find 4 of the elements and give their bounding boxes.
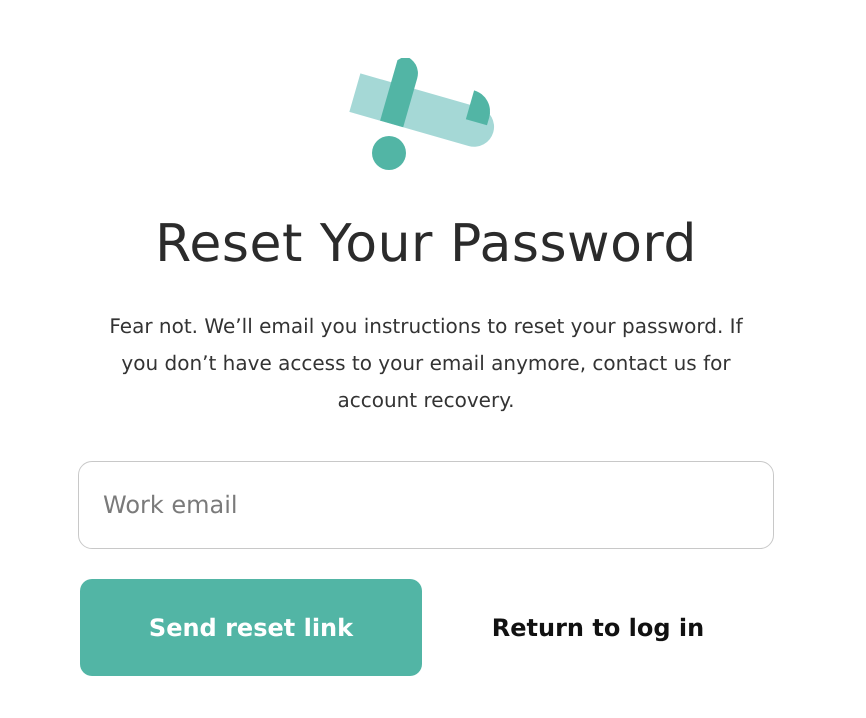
return-to-login-link[interactable]: Return to log in xyxy=(422,614,774,642)
page-title: Reset Your Password xyxy=(155,213,697,276)
description-text: Fear not. We’ll email you instructions to reset your password. If you don’t have access to your email anymore, contact us for account recovery. xyxy=(108,313,744,414)
email-field[interactable]: Work email xyxy=(78,461,774,549)
